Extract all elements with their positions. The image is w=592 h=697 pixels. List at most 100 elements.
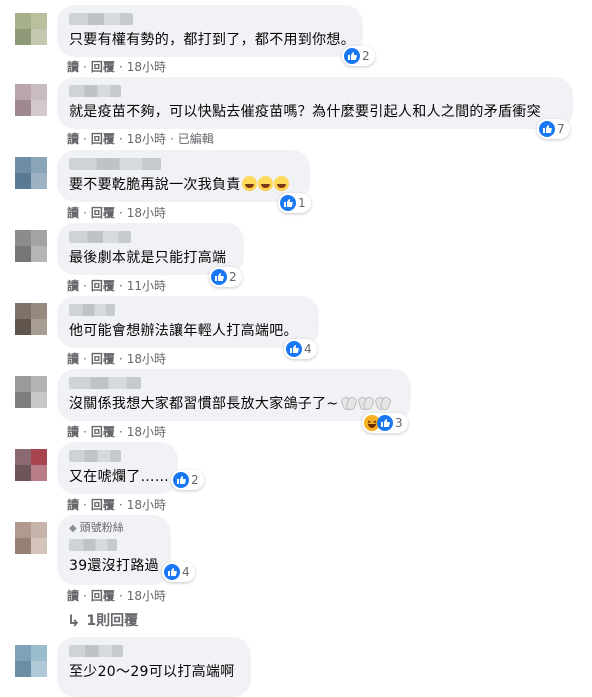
read-button[interactable]: 讀 [67,423,79,440]
top-fan-badge[interactable]: ◆ 頭號粉絲 [69,521,159,535]
comment-bubble: 沒關係我想大家都習慣部長放大家鴿子了~ [57,369,411,421]
author-name-redacted[interactable] [69,645,123,657]
reaction-number: 2 [362,49,370,63]
avatar[interactable] [15,303,47,335]
separator-dot: · [118,205,123,220]
reply-button[interactable]: 回覆 [91,204,115,221]
avatar[interactable] [15,376,47,408]
like-icon [211,269,227,285]
reaction-count[interactable]: 7 [537,119,570,139]
clap-emoji [358,396,372,409]
separator-dot: · [83,424,87,439]
comment-bubble: 要不要乾脆再說一次我負責 [57,150,310,202]
comment-bubble: ◆ 頭號粉絲 39還沒打路過 [57,515,171,585]
view-replies-label: 1則回覆 [86,613,139,629]
reaction-number: 4 [304,342,312,356]
reply-button[interactable]: 回覆 [91,496,115,513]
comment-bubble: 又在唬爛了…… [57,442,178,494]
avatar[interactable] [15,449,47,481]
reaction-number: 2 [191,473,199,487]
comment-text-body: 沒關係我想大家都習慣部長放大家鴿子了~ [69,396,339,412]
comment-text: 只要有權有勢的，都打到了，都不用到你想。 [69,32,355,48]
edited-label[interactable]: 已編輯 [178,130,214,147]
reaction-number: 2 [229,270,237,284]
reply-button[interactable]: 回覆 [91,423,115,440]
like-icon [377,415,393,431]
timestamp[interactable]: 18小時 [127,350,166,367]
like-icon [164,564,180,580]
read-button[interactable]: 讀 [67,204,79,221]
read-button[interactable]: 讀 [67,130,79,147]
author-name-redacted[interactable] [69,13,133,25]
reply-button[interactable]: 回覆 [91,350,115,367]
read-button[interactable]: 讀 [67,587,79,604]
separator-dot: · [118,497,123,512]
comment-text: 要不要乾脆再說一次我負責 [69,176,298,194]
timestamp[interactable]: 18小時 [127,130,166,147]
comment-actions: 讀 · 回覆 · 18小時 [67,350,166,367]
comment-text: 又在唬爛了…… [69,469,170,485]
comment-thread: 只要有權有勢的，都打到了，都不用到你想。 2 讀 · 回覆 · 18小時 就是疫… [0,0,592,697]
author-name-redacted[interactable] [69,539,117,551]
reply-button[interactable]: 回覆 [91,130,115,147]
comment-text: 沒關係我想大家都習慣部長放大家鴿子了~ [69,395,399,413]
timestamp[interactable]: 18小時 [127,496,166,513]
comment-text-body: 要不要乾脆再說一次我負責 [69,177,241,193]
view-replies-link[interactable]: ↳ 1則回覆 [67,610,138,630]
like-icon [173,472,189,488]
avatar[interactable] [15,522,47,554]
comment-actions: 讀 · 回覆 · 18小時 [67,496,166,513]
timestamp[interactable]: 18小時 [127,204,166,221]
rofl-emoji [241,176,257,191]
reaction-count[interactable]: 4 [284,339,317,359]
comment-actions: 讀 · 回覆 · 18小時 · 已編輯 [67,130,214,147]
timestamp[interactable]: 18小時 [127,58,166,75]
reaction-count[interactable]: 2 [171,470,204,490]
clap-emoji [375,396,389,409]
author-name-redacted[interactable] [69,377,141,389]
separator-dot: · [118,588,123,603]
reaction-count[interactable]: 2 [209,267,242,287]
avatar[interactable] [15,84,47,116]
comment-actions: 讀 · 回覆 · 18小時 [67,58,166,75]
read-button[interactable]: 讀 [67,350,79,367]
author-name-redacted[interactable] [69,158,161,170]
separator-dot: · [83,497,87,512]
avatar[interactable] [15,230,47,262]
separator-dot: · [83,588,87,603]
comment-bubble: 只要有權有勢的，都打到了，都不用到你想。 [57,5,363,57]
reaction-count[interactable]: 1 [278,193,311,213]
author-name-redacted[interactable] [69,85,121,97]
author-name-redacted[interactable] [69,304,115,316]
separator-dot: · [118,278,123,293]
comment-actions: 讀 · 回覆 · 11小時 [67,277,166,294]
reply-arrow-icon: ↳ [67,610,81,630]
avatar[interactable] [15,13,47,45]
like-icon [286,341,302,357]
timestamp[interactable]: 11小時 [127,277,166,294]
like-icon [344,48,360,64]
timestamp[interactable]: 18小時 [127,587,166,604]
reaction-count[interactable]: 4 [162,562,195,582]
avatar[interactable] [15,645,47,677]
read-button[interactable]: 讀 [67,496,79,513]
comment-actions: 讀 · 回覆 · 18小時 [67,587,166,604]
comment-text: 就是疫苗不夠，可以快點去催疫苗嗎？為什麼要引起人和人之間的矛盾衝突 [69,104,541,120]
author-name-redacted[interactable] [69,450,121,462]
reply-button[interactable]: 回覆 [91,277,115,294]
author-name-redacted[interactable] [69,231,131,243]
reply-button[interactable]: 回覆 [91,587,115,604]
comment-bubble: 至少20～29可以打高端啊 [57,637,251,697]
reaction-count[interactable]: 2 [342,46,375,66]
read-button[interactable]: 讀 [67,58,79,75]
avatar[interactable] [15,157,47,189]
timestamp[interactable]: 18小時 [127,423,166,440]
read-button[interactable]: 讀 [67,277,79,294]
reply-button[interactable]: 回覆 [91,58,115,75]
separator-dot: · [118,131,123,146]
comment-text: 他可能會想辦法讓年輕人打高端吧。 [69,323,298,339]
rofl-emoji [257,176,273,191]
separator-dot: · [118,424,123,439]
reaction-number: 1 [298,196,306,210]
reaction-count[interactable]: 3 [362,413,408,433]
